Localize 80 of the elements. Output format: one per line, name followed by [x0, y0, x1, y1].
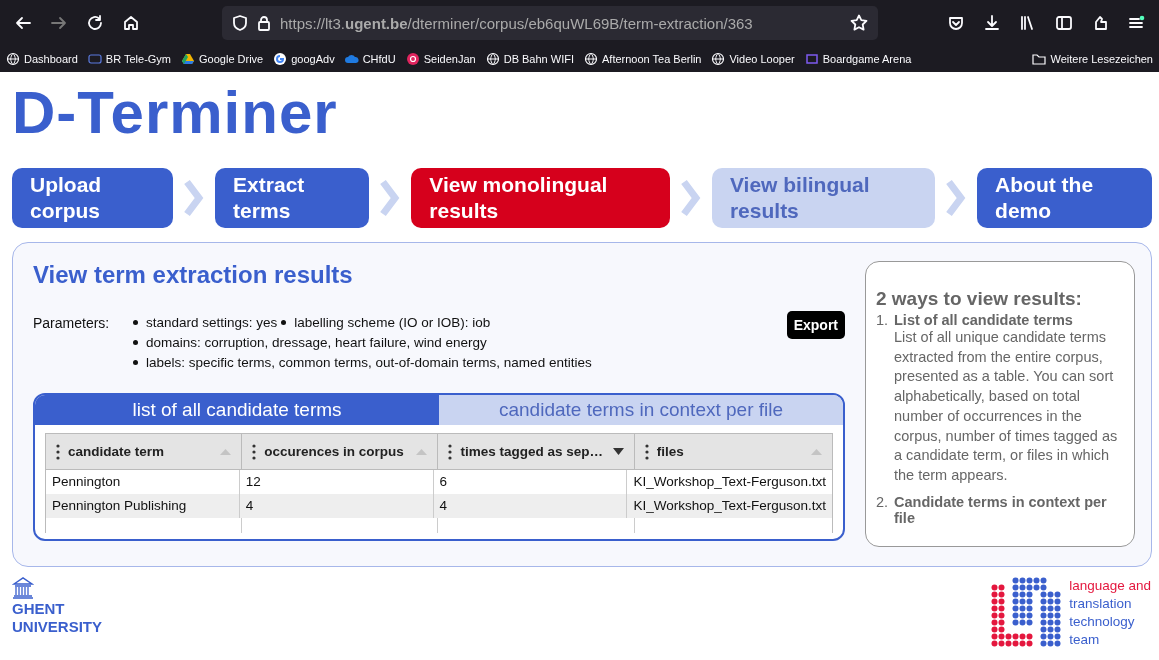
lock-icon [256, 15, 272, 31]
table-cell-text: KI_Workshop_Text-Ferguson.txt [632, 497, 827, 515]
url-text: https://lt3.ugent.be/dterminer/corpus/eb6quWL69B/term-extraction/363 [280, 14, 754, 32]
globe-icon [485, 52, 500, 66]
bookmark-link[interactable]: Dashboard [6, 52, 78, 66]
bookmark-link[interactable]: Boardgame Arena [804, 52, 912, 66]
sort-descending-icon[interactable] [612, 448, 624, 455]
shield-icon [232, 15, 248, 31]
globe-icon [6, 52, 20, 66]
sidebar-icon[interactable] [1055, 14, 1073, 32]
bullet-icon [133, 360, 138, 365]
team-name: technology [1069, 613, 1136, 631]
home-icon[interactable] [122, 14, 140, 32]
column-header[interactable]: candidate term [46, 434, 243, 469]
list-number: 1. [876, 312, 890, 330]
team-logo-drawing [991, 577, 1062, 647]
bookmark-link[interactable]: Afternoon Tea Berlin [584, 52, 702, 66]
bullet-icon [281, 320, 287, 325]
bookmark-link[interactable]: SeidenJan [405, 52, 476, 66]
bookmark-link[interactable]: CHfdU [344, 52, 396, 66]
step-tab[interactable]: View monolingual results [411, 168, 670, 228]
tab[interactable]: list of all candidate terms [35, 395, 439, 425]
pocket-icon[interactable] [947, 14, 965, 32]
help-item-title: List of all candidate terms [894, 312, 1074, 328]
bookmark-folder[interactable]: Weitere Lesezeichen [1032, 52, 1153, 66]
team-name: translation [1069, 595, 1133, 613]
table-cell-text: KI_Workshop_Text-Ferguson.txt [632, 473, 827, 491]
column-menu-icon[interactable] [252, 443, 257, 460]
list-number: 2. [876, 493, 890, 512]
tab[interactable]: candidate terms in context per file [439, 395, 843, 425]
parameter-text: labelling scheme (IO or IOB): iob [294, 315, 491, 330]
bookmark-link[interactable]: DB Bahn WIFI [485, 52, 574, 66]
column-header[interactable]: occurences in corpus [242, 434, 439, 469]
bookmark-link[interactable]: Video Looper [711, 52, 795, 66]
export-button[interactable]: Export [786, 311, 845, 339]
back-icon[interactable] [14, 14, 32, 32]
globe-icon [711, 52, 726, 66]
star-icon[interactable] [850, 14, 868, 32]
reload-icon[interactable] [86, 14, 104, 32]
bookmark-icon [87, 52, 102, 66]
university-name: GHENT [12, 601, 66, 617]
folder-icon [1032, 52, 1047, 66]
table-cell: Pennington Publishing [46, 494, 240, 518]
column-header[interactable]: files [634, 434, 832, 469]
help-item-title: Candidate terms in context per file [894, 493, 1108, 526]
help-item-text: List of all unique candidate terms extracted from the entire corpus, presented as a table. You can sort alphabetically, based on total number of occurrences in the corpus, number of times tagged as a candidate term, or files in which the term appears. [894, 328, 1119, 485]
globe-icon [584, 52, 598, 66]
address-bar[interactable]: https://lt3.ugent.be/dterminer/corpus/eb6quWL69B/term-extraction/363 [222, 6, 878, 40]
download-icon[interactable] [983, 14, 1001, 32]
step-tab[interactable]: Upload corpus [12, 168, 174, 228]
bookmark-link[interactable]: googAdv [273, 52, 335, 66]
parameter-text: labels: specific terms, common terms, out-of-domain terms, named entities [146, 355, 592, 370]
app-logo: D-Terminer [12, 78, 339, 148]
column-menu-icon[interactable] [448, 443, 453, 460]
bullet-icon [133, 320, 138, 325]
bookmark-icon [405, 52, 420, 66]
parameters-label: Parameters: [33, 315, 111, 333]
step-tab[interactable]: Extract terms [215, 168, 370, 228]
bookmark-link[interactable]: Google Drive [181, 52, 264, 66]
column-menu-icon[interactable] [56, 443, 60, 460]
bookmark-link[interactable]: BR Tele-Gym [87, 52, 172, 66]
parameter-text: domains: corruption, dressage, heart failure, wind energy [146, 335, 487, 350]
team-name: team [1069, 631, 1101, 649]
drive-icon [181, 52, 196, 66]
bullet-icon [133, 340, 138, 345]
team-name: language and [1069, 577, 1151, 595]
table-cell: 4 [433, 494, 628, 518]
help-title: 2 ways to view results: [876, 288, 1083, 310]
table-cell: 4 [239, 494, 434, 518]
cloud-icon [344, 52, 359, 66]
bookmark-icon [804, 52, 819, 66]
column-header[interactable]: times tagged as sep… [438, 434, 635, 469]
parameter-text: standard settings: yes [146, 315, 278, 330]
forward-icon[interactable] [50, 14, 68, 32]
google-icon [273, 52, 288, 66]
section-title: View term extraction results [33, 261, 354, 289]
column-menu-icon[interactable] [644, 443, 649, 460]
step-tab[interactable]: About the demo [977, 168, 1152, 228]
university-name: UNIVERSITY [12, 619, 102, 635]
university-building-icon [12, 577, 34, 599]
